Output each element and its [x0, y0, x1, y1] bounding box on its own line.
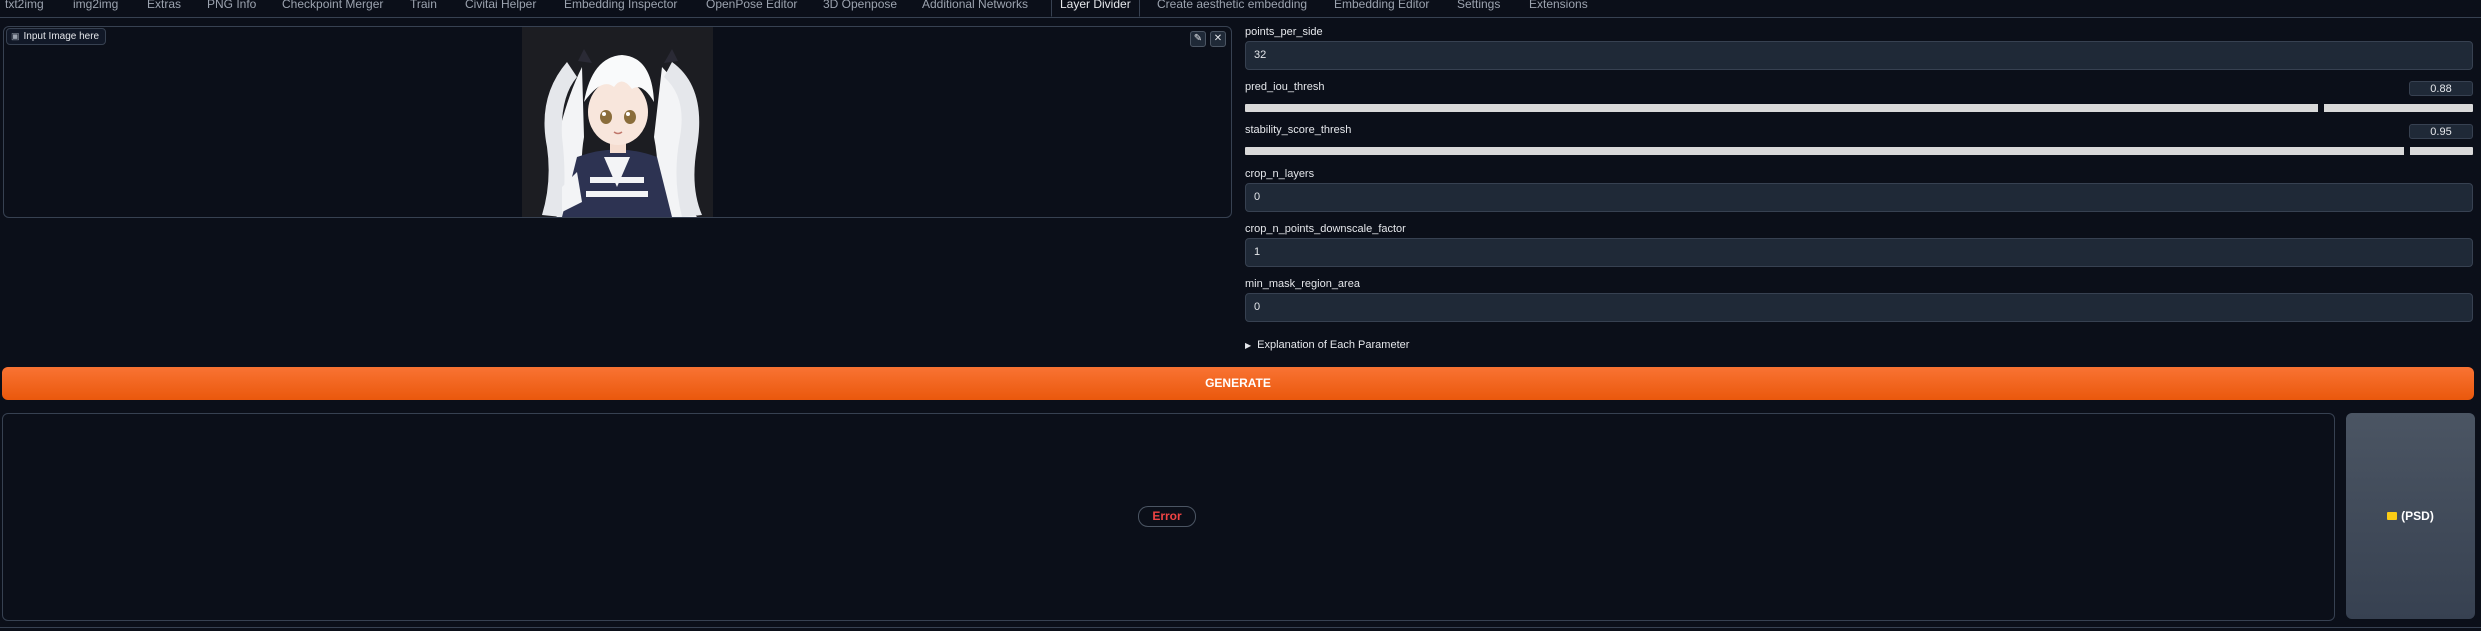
stability-score-thresh-slider[interactable]: [1245, 147, 2473, 155]
pred-iou-thresh-slider[interactable]: [1245, 104, 2473, 112]
pencil-icon[interactable]: ✎: [1190, 31, 1206, 47]
crop-n-layers-label: crop_n_layers: [1245, 168, 1315, 180]
image-icon: ▣: [11, 31, 20, 41]
tab-bar: txt2img img2img Extras PNG Info Checkpoi…: [0, 0, 2481, 18]
anime-character-image: [522, 27, 713, 217]
input-image-label-text: Input Image here: [23, 31, 100, 42]
error-status: Error: [1138, 506, 1196, 527]
input-image-label: ▣ Input Image here: [6, 28, 107, 45]
stability-score-thresh-handle[interactable]: [2404, 147, 2410, 155]
points-per-side-label: points_per_side: [1245, 26, 1323, 38]
psd-button-label: (PSD): [2401, 509, 2434, 523]
tab-openpose-editor[interactable]: OpenPose Editor: [706, 0, 797, 13]
tab-train[interactable]: Train: [410, 0, 437, 13]
tab-layer-divider[interactable]: Layer Divider: [1051, 0, 1140, 17]
min-mask-region-area-input[interactable]: 0: [1245, 293, 2473, 322]
tab-extensions[interactable]: Extensions: [1529, 0, 1588, 13]
explanation-label: Explanation of Each Parameter: [1257, 339, 1410, 351]
min-mask-region-area-label: min_mask_region_area: [1245, 278, 1360, 290]
open-psd-button[interactable]: (PSD): [2346, 413, 2475, 619]
points-per-side-input[interactable]: 32: [1245, 41, 2473, 70]
close-icon[interactable]: ✕: [1210, 31, 1226, 47]
tab-txt2img[interactable]: txt2img: [5, 0, 44, 13]
stability-score-thresh-label: stability_score_thresh: [1245, 124, 1352, 136]
tab-create-aesthetic-embedding[interactable]: Create aesthetic embedding: [1157, 0, 1307, 13]
tab-embedding-editor[interactable]: Embedding Editor: [1334, 0, 1429, 13]
tab-checkpoint-merger[interactable]: Checkpoint Merger: [282, 0, 383, 13]
tab-civitai-helper[interactable]: Civitai Helper: [465, 0, 536, 13]
tab-png-info[interactable]: PNG Info: [207, 0, 256, 13]
crop-n-points-downscale-factor-label: crop_n_points_downscale_factor: [1245, 223, 1406, 235]
generate-button[interactable]: GENERATE: [2, 367, 2474, 400]
folder-icon: [2387, 512, 2398, 520]
crop-n-points-downscale-factor-input[interactable]: 1: [1245, 238, 2473, 267]
tab-additional-networks[interactable]: Additional Networks: [922, 0, 1028, 13]
tab-embedding-inspector[interactable]: Embedding Inspector: [564, 0, 677, 13]
input-image-panel[interactable]: ▣ Input Image here ✎ ✕: [3, 26, 1232, 218]
tab-settings[interactable]: Settings: [1457, 0, 1500, 13]
pred-iou-thresh-handle[interactable]: [2318, 104, 2324, 112]
pred-iou-thresh-value[interactable]: 0.88: [2409, 81, 2473, 96]
crop-n-layers-input[interactable]: 0: [1245, 183, 2473, 212]
tab-img2img[interactable]: img2img: [73, 0, 118, 13]
tab-extras[interactable]: Extras: [147, 0, 181, 13]
triangle-right-icon: ▶: [1245, 340, 1252, 350]
tab-3d-openpose[interactable]: 3D Openpose: [823, 0, 897, 13]
divider: [0, 627, 2481, 628]
pred-iou-thresh-label: pred_iou_thresh: [1245, 81, 1325, 93]
explanation-accordion[interactable]: ▶ Explanation of Each Parameter: [1245, 339, 1409, 351]
stability-score-thresh-value[interactable]: 0.95: [2409, 124, 2473, 139]
